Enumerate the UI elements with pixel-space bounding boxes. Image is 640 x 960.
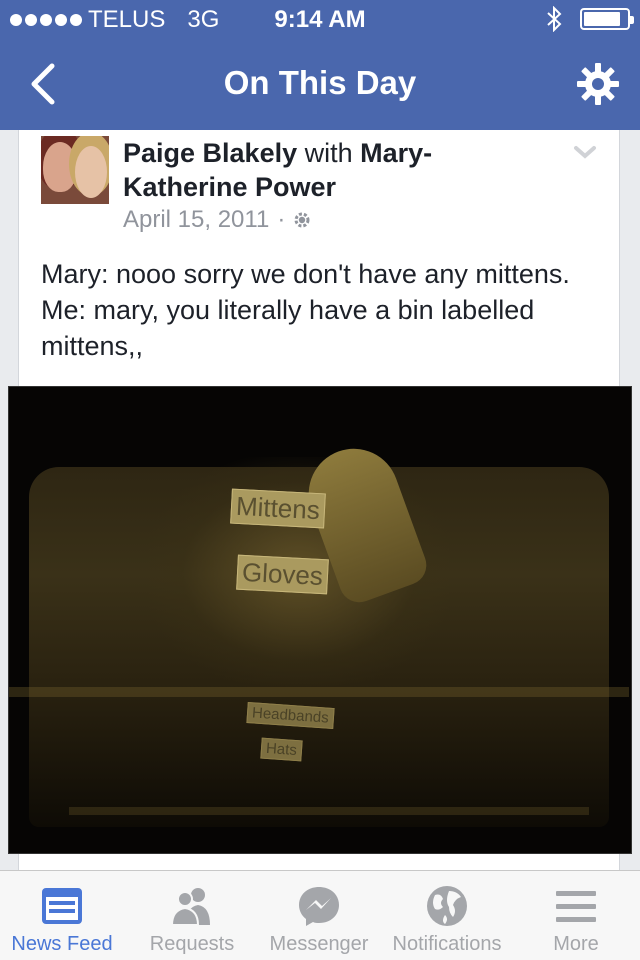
globe-icon: [427, 886, 467, 926]
nav-bar: On This Day: [0, 40, 640, 130]
post-header: Paige Blakely with Mary-Katherine Power: [123, 136, 543, 204]
with-word: with: [304, 138, 353, 168]
tab-label: Requests: [149, 933, 235, 955]
post-date[interactable]: April 15, 2011: [123, 206, 269, 234]
post-photo[interactable]: Mittens Gloves Headbands Hats: [8, 386, 632, 854]
tab-requests[interactable]: Requests: [128, 871, 256, 960]
menu-icon: [556, 891, 596, 922]
photo-label-gloves: Gloves: [236, 554, 329, 595]
photo-label-hats: Hats: [260, 737, 303, 762]
tab-messenger[interactable]: Messenger: [258, 871, 380, 960]
chevron-down-icon[interactable]: [573, 144, 597, 160]
photo-label-mittens: Mittens: [230, 488, 326, 529]
tab-bar: News Feed Requests Messenger Notificatio…: [0, 870, 640, 960]
bluetooth-icon: [547, 6, 562, 32]
tab-label: Messenger: [269, 933, 369, 955]
page-title: On This Day: [223, 64, 417, 101]
status-time: 9:14 AM: [274, 6, 366, 33]
messenger-icon: [299, 887, 339, 926]
tab-label: More: [553, 933, 599, 955]
avatar[interactable]: [41, 136, 109, 204]
meta-separator: ·: [277, 206, 286, 233]
friends-icon: [170, 888, 210, 926]
news-feed-icon: [42, 888, 82, 924]
status-bar: TELUS 3G 9:14 AM: [0, 0, 640, 40]
post-meta: April 15, 2011 ·: [123, 206, 311, 234]
tab-label: Notifications: [392, 933, 502, 955]
tab-label: News Feed: [11, 933, 113, 955]
tab-more[interactable]: More: [520, 871, 632, 960]
post-text: Mary: nooo sorry we don't have any mitte…: [41, 259, 570, 361]
battery-icon: [580, 8, 634, 30]
gear-icon[interactable]: [576, 62, 620, 106]
privacy-gear-icon: [294, 212, 310, 228]
tab-news-feed[interactable]: News Feed: [0, 871, 124, 960]
author-name[interactable]: Paige Blakely: [123, 138, 297, 168]
tab-notifications[interactable]: Notifications: [384, 871, 510, 960]
